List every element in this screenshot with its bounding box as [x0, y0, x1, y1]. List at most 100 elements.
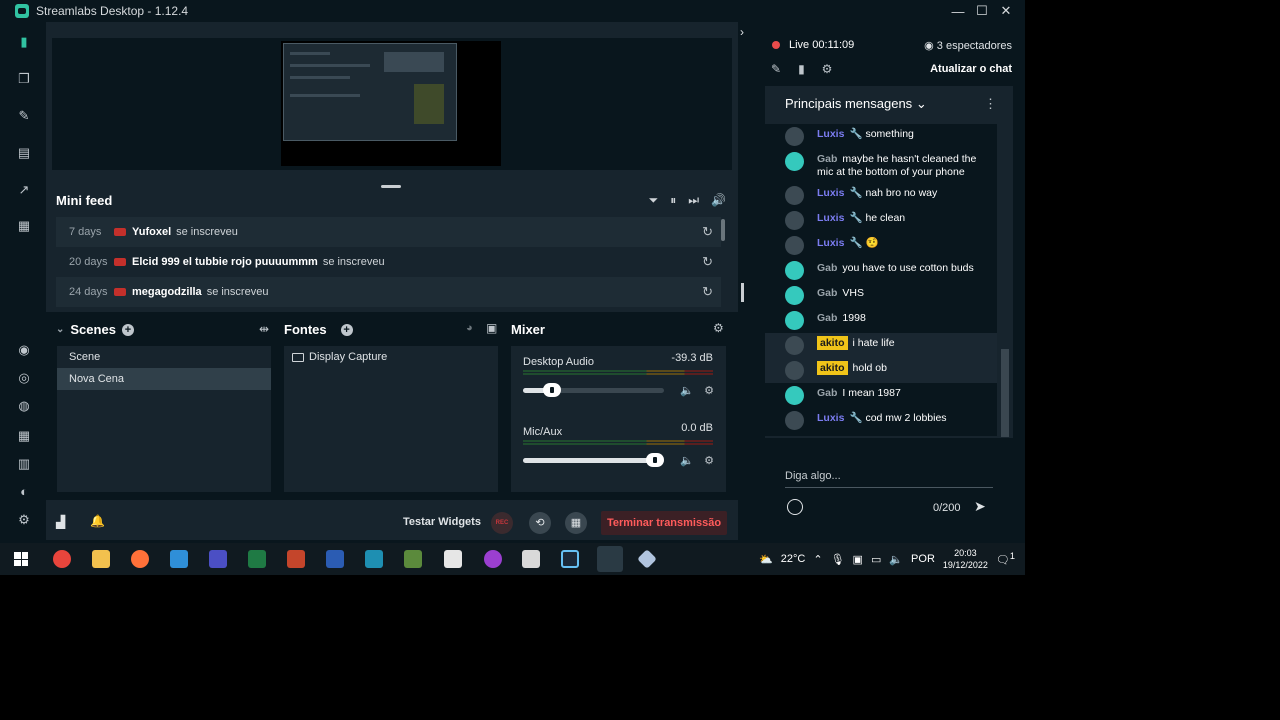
layers-icon[interactable]: ❐	[16, 71, 32, 87]
notifications-icon[interactable]: 🔔	[90, 514, 105, 528]
roblox-studio-icon[interactable]	[522, 550, 540, 568]
replay-buffer-icon[interactable]: ⟲	[529, 512, 551, 534]
store-app-icon[interactable]	[209, 550, 227, 568]
chat-messages[interactable]: Luxis 🔧 something Gab maybe he hasn't clean…	[765, 124, 997, 436]
steam-icon[interactable]	[561, 550, 579, 568]
stats-icon[interactable]: ↗	[16, 182, 32, 198]
source-item[interactable]: Display Capture	[284, 346, 498, 368]
chat-scrollbar[interactable]	[1001, 349, 1009, 437]
volume-icon[interactable]: 🔊	[711, 193, 726, 208]
chat-username[interactable]: Gab	[817, 387, 837, 399]
maximize-button[interactable]: ☐	[975, 3, 989, 19]
streamlabs-taskbar-icon[interactable]	[597, 546, 623, 572]
replay-icon[interactable]: ↻	[702, 224, 713, 240]
speaker-tray-icon[interactable]: 🔈	[889, 553, 903, 566]
chevron-up-icon[interactable]: ⌃	[813, 553, 822, 566]
emoji-icon[interactable]	[787, 499, 803, 515]
slider-knob[interactable]	[543, 383, 561, 397]
panel-scrollbar[interactable]	[741, 283, 744, 302]
chat-username[interactable]: Gab	[817, 153, 837, 165]
folder-add-icon[interactable]: ▣	[486, 321, 497, 335]
chat-username[interactable]: Gab	[817, 312, 837, 324]
volume-slider[interactable]	[523, 383, 664, 397]
word-icon[interactable]	[326, 550, 344, 568]
edit-icon[interactable]: ✎	[771, 62, 781, 76]
add-source-button[interactable]: +	[340, 323, 353, 336]
firefox-icon[interactable]	[131, 550, 149, 568]
chrome-icon[interactable]	[53, 550, 71, 568]
chat-filter-dropdown[interactable]: Principais mensagens ⌄	[785, 96, 927, 112]
language-indicator[interactable]: POR	[911, 553, 935, 565]
roblox-icon[interactable]	[444, 550, 462, 568]
network-icon[interactable]: ▣	[853, 553, 863, 566]
gear-icon[interactable]: ⚙	[704, 384, 714, 397]
minecraft-icon[interactable]	[404, 550, 422, 568]
performance-icon[interactable]: ▟	[56, 515, 65, 529]
visibility-icon[interactable]: ◕	[466, 322, 473, 334]
weather-icon[interactable]: ⛅	[759, 553, 773, 566]
chat-settings-icon[interactable]: ⚙	[822, 62, 833, 76]
resize-handle[interactable]	[381, 185, 401, 188]
stream-preview[interactable]	[52, 38, 732, 170]
app-icon[interactable]	[365, 550, 383, 568]
chat-username[interactable]: Gab	[817, 262, 837, 274]
battery-icon[interactable]: ▭	[871, 553, 881, 566]
windows-start-icon[interactable]	[14, 552, 28, 566]
grid-icon[interactable]: ▦	[16, 428, 32, 444]
chat-input[interactable]: Diga algo...	[785, 470, 841, 482]
settings-icon[interactable]: ⚙	[16, 512, 32, 528]
store-icon[interactable]: ▤	[16, 145, 32, 161]
app-icon[interactable]	[637, 549, 657, 569]
powerpoint-icon[interactable]	[287, 550, 305, 568]
end-stream-button[interactable]: Terminar transmissão	[601, 511, 727, 535]
scene-item[interactable]: Scene	[57, 346, 271, 368]
chat-username[interactable]: Luxis	[817, 412, 844, 424]
editor-icon[interactable]: ▦	[16, 218, 32, 234]
speaker-icon[interactable]: 🔈	[680, 384, 694, 397]
app-icon[interactable]	[484, 550, 502, 568]
notification-icon[interactable]: 🗨1	[996, 551, 1015, 567]
columns-icon[interactable]: ▥	[16, 456, 32, 472]
transition-icon[interactable]: ⇹	[259, 322, 269, 336]
gear-icon[interactable]: ⚙	[704, 454, 714, 467]
more-menu-icon[interactable]: ⋮	[984, 96, 997, 112]
replay-icon[interactable]: ↻	[702, 254, 713, 270]
excel-icon[interactable]	[248, 550, 266, 568]
scene-item[interactable]: Nova Cena	[57, 368, 271, 390]
file-explorer-icon[interactable]	[92, 550, 110, 568]
feed-scrollbar[interactable]	[721, 219, 725, 241]
chat-username[interactable]: Luxis	[817, 237, 844, 249]
face-icon[interactable]: ◐	[16, 484, 32, 500]
chat-username[interactable]: Luxis	[817, 128, 844, 140]
test-widgets-button[interactable]: Testar Widgets	[403, 516, 481, 528]
chat-username[interactable]: Luxis	[817, 187, 844, 199]
volume-slider[interactable]	[523, 453, 664, 467]
speaker-icon[interactable]: 🔈	[680, 454, 694, 467]
chat-username[interactable]: Luxis	[817, 212, 844, 224]
collapse-icon[interactable]: ⌄	[56, 324, 64, 335]
close-button[interactable]: ✕	[999, 3, 1013, 19]
camera-icon[interactable]: ▮	[798, 62, 805, 76]
themes-icon[interactable]: ✎	[16, 108, 32, 124]
send-icon[interactable]: ➤	[974, 498, 986, 515]
clock[interactable]: 20:03 19/12/2022	[943, 547, 988, 571]
chat-username[interactable]: Gab	[817, 287, 837, 299]
chat-username[interactable]: akito	[817, 336, 848, 350]
chat-username[interactable]: akito	[817, 361, 848, 375]
skip-icon[interactable]: ⏭	[688, 193, 699, 208]
chevron-right-icon[interactable]: ›	[740, 25, 744, 39]
mic-icon[interactable]: 🎙	[831, 553, 845, 566]
record-button[interactable]: REC	[491, 512, 513, 534]
replay-icon[interactable]: ↻	[702, 284, 713, 300]
schedule-icon[interactable]: ▦	[565, 512, 587, 534]
mail-icon[interactable]	[170, 550, 188, 568]
mixer-settings-icon[interactable]: ⚙	[713, 321, 724, 335]
tips-icon[interactable]: ◍	[16, 398, 32, 414]
widget-icon[interactable]: ◉	[16, 342, 32, 358]
minimize-button[interactable]: —	[951, 4, 965, 19]
weather-temp[interactable]: 22°C	[781, 553, 806, 565]
alert-icon[interactable]: ◎	[16, 370, 32, 386]
slider-knob[interactable]	[646, 453, 664, 467]
studio-icon[interactable]: ▮	[16, 34, 32, 50]
filter-icon[interactable]: ⏷	[649, 193, 659, 208]
